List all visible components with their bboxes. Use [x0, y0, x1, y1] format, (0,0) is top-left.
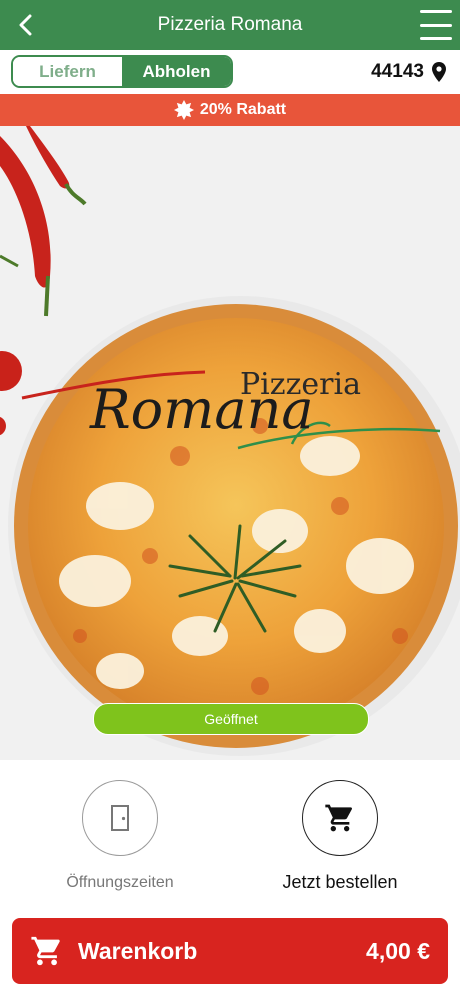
hamburger-menu-icon [420, 10, 452, 13]
mode-bar: Liefern Abholen 44143 [0, 50, 460, 94]
menu-button[interactable] [420, 10, 452, 40]
delivery-mode-toggle: Liefern Abholen [11, 55, 233, 88]
badge-icon [173, 100, 194, 120]
chevron-left-icon [19, 14, 32, 36]
tab-pickup[interactable]: Abholen [122, 57, 231, 86]
order-now-action[interactable]: Jetzt bestellen [240, 780, 440, 893]
app-header: Pizzeria Romana [0, 0, 460, 50]
cart-total: 4,00 € [366, 937, 430, 964]
opening-hours-button[interactable] [82, 780, 158, 856]
back-button[interactable] [10, 9, 42, 41]
order-now-label: Jetzt bestellen [282, 872, 398, 892]
hero-image: Pizzeria Romana Geöffnet [0, 126, 460, 760]
shopping-cart-icon [31, 936, 60, 966]
door-icon [111, 805, 129, 831]
open-status-badge: Geöffnet [93, 703, 369, 735]
discount-banner[interactable]: 20% Rabatt [0, 94, 460, 126]
pizza-illustration: Pizzeria Romana [0, 126, 460, 756]
cart-button[interactable]: Warenkorb 4,00 € [12, 918, 448, 984]
page-title: Pizzeria Romana [157, 14, 303, 35]
map-pin-icon [432, 62, 446, 82]
opening-hours-action[interactable]: Öffnungszeiten [20, 780, 220, 892]
quick-actions: Öffnungszeiten Jetzt bestellen [0, 760, 460, 910]
order-now-button[interactable] [302, 780, 378, 856]
logo-line2: Romana [89, 378, 314, 441]
shopping-cart-icon [325, 804, 353, 832]
opening-hours-label: Öffnungszeiten [66, 874, 174, 891]
cart-label: Warenkorb [78, 937, 198, 964]
location-selector[interactable]: 44143 [371, 60, 446, 84]
tab-delivery[interactable]: Liefern [13, 57, 122, 86]
zip-code: 44143 [371, 61, 424, 82]
discount-text: 20% Rabatt [199, 101, 287, 118]
